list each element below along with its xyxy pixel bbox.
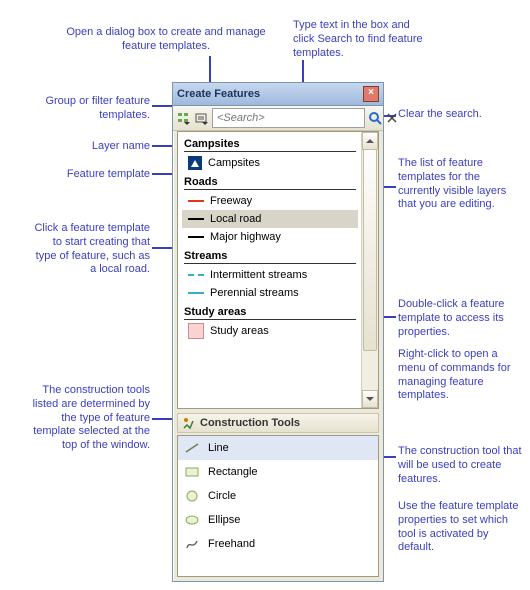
search-button[interactable] (367, 107, 383, 129)
template-label: Intermittent streams (210, 269, 307, 281)
feature-template[interactable]: Perennial streams (182, 284, 358, 302)
tool-label: Rectangle (208, 466, 258, 478)
scroll-up-button[interactable] (362, 132, 378, 150)
feature-template[interactable]: Study areas (182, 322, 358, 340)
freehand-icon (184, 537, 200, 551)
construction-tools-title: Construction Tools (200, 417, 300, 429)
annot-search: Type text in the box and click Search to… (293, 19, 433, 60)
annot-construction-context: The construction tools listed are determ… (30, 384, 150, 453)
panel-titlebar[interactable]: Create Features × (173, 83, 383, 106)
tool-label: Line (208, 442, 229, 454)
feature-template[interactable]: Local road (182, 210, 358, 228)
template-label: Campsites (208, 157, 260, 169)
organize-templates-button[interactable] (194, 107, 210, 129)
construction-tool[interactable]: Freehand (178, 532, 378, 556)
annot-template-list: The list of feature templates for the cu… (398, 157, 523, 212)
template-swatch (188, 236, 204, 238)
rect-icon (184, 465, 200, 479)
feature-template[interactable]: Intermittent streams (182, 266, 358, 284)
scroll-down-button[interactable] (362, 390, 378, 408)
close-button[interactable]: × (363, 86, 379, 102)
circle-icon (184, 489, 200, 503)
template-swatch (188, 292, 204, 294)
construction-tool[interactable]: Ellipse (178, 508, 378, 532)
construction-tools-header[interactable]: Construction Tools (177, 413, 379, 433)
template-label: Major highway (210, 231, 281, 243)
ellipse-icon (184, 513, 200, 527)
construction-tool[interactable]: Circle (178, 484, 378, 508)
scrollbar[interactable] (361, 132, 378, 408)
feature-template[interactable]: Campsites (182, 154, 358, 172)
template-label: Perennial streams (210, 287, 299, 299)
template-swatch (188, 323, 204, 339)
panel-title: Create Features (177, 88, 363, 100)
group-header: Streams (184, 250, 356, 264)
annot-double-click: Double-click a feature template to acces… (398, 298, 523, 339)
template-label: Local road (210, 213, 261, 225)
template-swatch (188, 274, 204, 276)
template-label: Study areas (210, 325, 269, 337)
annot-feature-template: Feature template (30, 168, 150, 182)
annot-click-template: Click a feature template to start creati… (30, 222, 150, 277)
search-input[interactable] (212, 108, 365, 128)
group-header: Campsites (184, 138, 356, 152)
feature-template[interactable]: Freeway (182, 192, 358, 210)
annot-right-click: Right-click to open a menu of commands f… (398, 348, 523, 403)
feature-template[interactable]: Major highway (182, 228, 358, 246)
tool-label: Ellipse (208, 514, 240, 526)
annot-group-filter: Group or filter feature templates. (30, 95, 150, 123)
scroll-thumb[interactable] (363, 149, 377, 351)
template-swatch (188, 156, 202, 170)
annot-default-tool: Use the feature template properties to s… (398, 500, 523, 555)
clear-search-button[interactable] (385, 107, 399, 129)
tool-label: Circle (208, 490, 236, 502)
template-list: Campsites Campsites Roads Freeway Local road… (177, 131, 379, 409)
annot-layer-name: Layer name (30, 140, 150, 154)
group-header: Roads (184, 176, 356, 190)
group-filter-button[interactable] (176, 107, 192, 129)
annot-selected-tool: The construction tool that will be used … (398, 445, 523, 486)
construction-tool[interactable]: Line (178, 436, 378, 460)
template-swatch (188, 218, 204, 220)
clear-icon (386, 112, 398, 124)
tools-icon (182, 416, 196, 430)
group-header: Study areas (184, 306, 356, 320)
toolbar (173, 106, 383, 131)
construction-tools-list: Line Rectangle Circle Ellipse Freehand (177, 435, 379, 577)
annot-clear-search: Clear the search. (398, 108, 518, 122)
construction-tool[interactable]: Rectangle (178, 460, 378, 484)
tool-label: Freehand (208, 538, 255, 550)
create-features-panel: Create Features × Campsites Campsites Road… (172, 82, 384, 582)
template-label: Freeway (210, 195, 252, 207)
search-icon (368, 111, 382, 125)
template-swatch (188, 200, 204, 202)
line-icon (184, 441, 200, 455)
annot-organize: Open a dialog box to create and manage f… (66, 26, 266, 54)
